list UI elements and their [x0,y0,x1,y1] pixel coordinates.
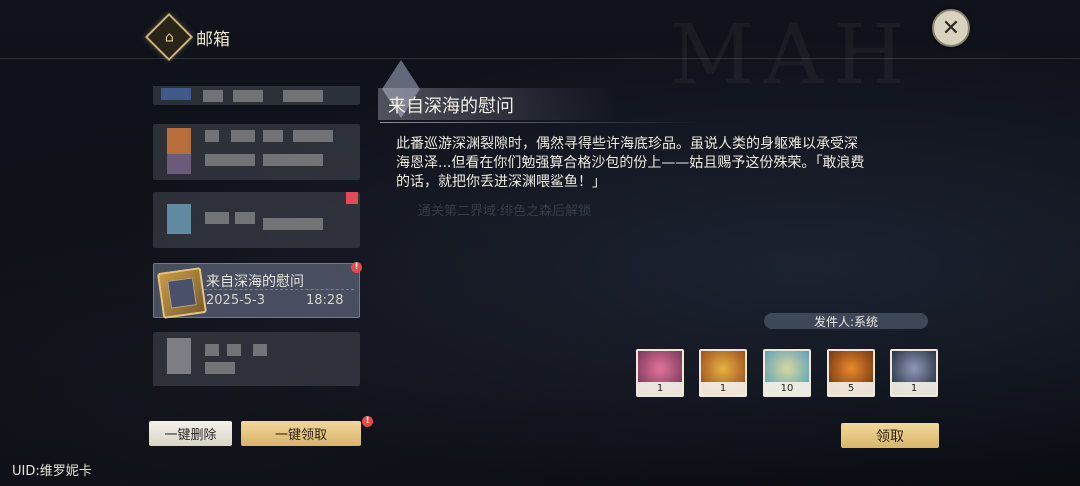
delete-all-button[interactable]: 一键删除 [149,421,232,446]
attachment-count: 10 [765,382,809,395]
mail-item-icon [157,267,207,319]
attachment-count: 5 [829,382,873,395]
mail-list[interactable]: 来自深海的慰问 2025-5-3 18:28 [153,86,360,386]
mail-item-divider [204,289,354,290]
background-watermark: MAH [670,8,915,103]
attachment-item-armor-chest[interactable]: 1 [890,349,938,397]
claim-button[interactable]: 领取 [841,423,939,448]
background-faint-note: 通关第二界域·绯色之森后解锁 [418,204,592,219]
mail-list-item[interactable] [153,332,360,386]
mail-detail-body: 此番巡游深渊裂隙时，偶然寻得些许海底珍品。虽说人类的身躯难以承受深 海恩泽...… [396,136,865,190]
claim-all-alert-icon: ! [362,416,373,427]
unread-marker [346,192,358,204]
mail-item-title: 来自深海的慰问 [206,274,304,290]
attachment-count: 1 [701,382,745,395]
page-header: ⌂ 邮箱 [144,12,230,62]
attachment-item-crystal-coin[interactable]: 10 [763,349,811,397]
header-divider [0,58,1080,59]
sender-label: 发件人:系统 [764,313,928,329]
mail-list-item[interactable] [153,192,360,248]
attachment-item-card-ticket[interactable]: 1 [636,349,684,397]
mail-list-item[interactable] [153,124,360,180]
attachment-count: 1 [892,382,936,395]
mail-detail-title: 来自深海的慰问 [388,96,514,117]
page-title: 邮箱 [196,29,230,50]
mail-list-item[interactable] [153,86,360,105]
mail-item-time: 18:28 [306,293,344,308]
attachment-count: 1 [638,382,682,395]
attachment-item-gold-fist-badge[interactable]: 1 [699,349,747,397]
close-button[interactable]: ✕ [932,9,970,47]
mail-item-date: 2025-5-3 [206,293,266,308]
selected-mail-alert-icon: ! [351,262,362,273]
close-icon: ✕ [941,15,961,41]
uid-label: UID:维罗妮卡 [12,464,92,479]
detail-title-underline [380,122,700,123]
mail-list-item-selected[interactable]: 来自深海的慰问 2025-5-3 18:28 [153,263,360,319]
attachment-item-orange-fruit-pile[interactable]: 5 [827,349,875,397]
claim-all-button[interactable]: 一键领取 [241,421,361,446]
mail-emblem-icon: ⌂ [144,12,194,62]
